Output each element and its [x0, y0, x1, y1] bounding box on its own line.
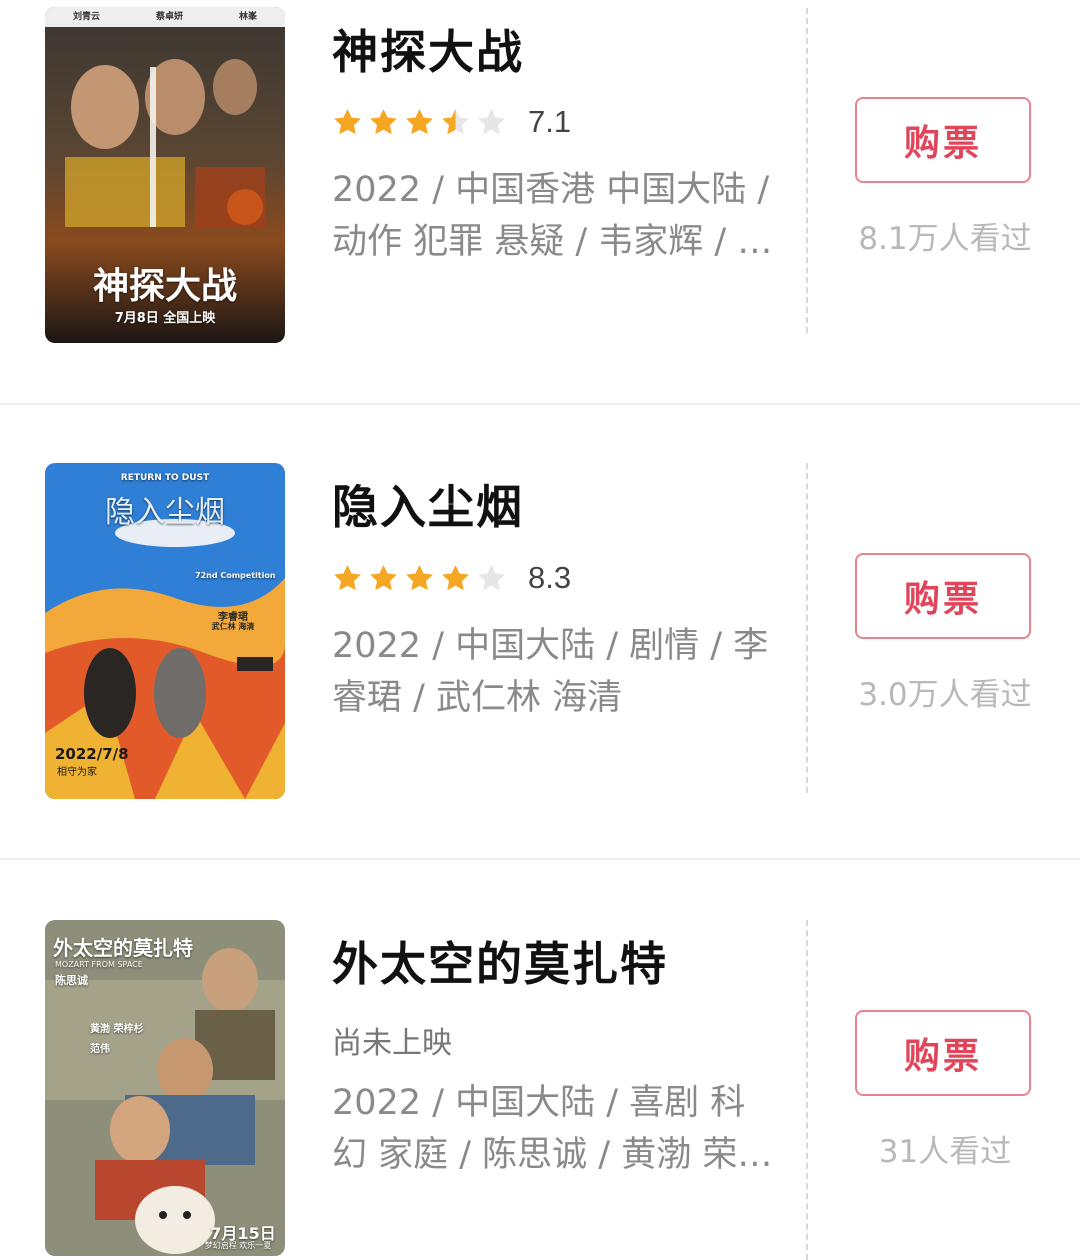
- buy-ticket-button[interactable]: 购票: [855, 553, 1031, 639]
- poster-release: 7月8日 全国上映: [114, 311, 216, 326]
- poster-cast: 黄渤 荣梓杉: [90, 1024, 144, 1035]
- poster-extra: 范伟: [90, 1044, 110, 1055]
- poster-name: 蔡卓妍: [155, 12, 183, 22]
- poster-top-text: RETURN TO DUST: [120, 473, 210, 483]
- star-rating: [332, 563, 507, 594]
- poster-cast: 武仁林 海清: [211, 622, 255, 631]
- buy-ticket-button[interactable]: 购票: [855, 1010, 1031, 1096]
- star-full-icon: [406, 564, 433, 590]
- movie-item[interactable]: 外太空的莫扎特 MOZART FROM SPACE 陈思诚 黄渤 荣梓杉 范伟 …: [0, 860, 1080, 1260]
- movie-poster[interactable]: 外太空的莫扎特 MOZART FROM SPACE 陈思诚 黄渤 荣梓杉 范伟 …: [45, 920, 285, 1256]
- star-full-icon: [334, 564, 361, 590]
- poster-release: 2022/7/8: [55, 745, 129, 763]
- star-rating: [332, 107, 507, 138]
- rating-score: 7.1: [528, 104, 572, 139]
- release-status: 尚未上映: [332, 1026, 452, 1061]
- star-half-icon: [442, 108, 469, 134]
- poster-festival: 72nd Competition: [195, 571, 276, 580]
- movie-title[interactable]: 神探大战: [332, 16, 524, 82]
- viewer-count: 3.0万人看过: [858, 677, 1032, 713]
- poster-title: 隐入尘烟: [105, 495, 225, 530]
- star-full-icon: [442, 564, 469, 590]
- poster-title: 外太空的莫扎特: [53, 936, 193, 960]
- poster-name: 林峯: [238, 12, 257, 22]
- movie-title[interactable]: 隐入尘烟: [332, 471, 524, 537]
- star-full-icon: [406, 108, 433, 134]
- movie-meta: 2022 / 中国香港 中国大陆 / 动作 犯罪 悬疑 / 韦家辉 / 刘青云 …: [332, 170, 773, 262]
- poster-director: 陈思诚: [55, 974, 88, 987]
- poster-name: 刘青云: [72, 12, 100, 22]
- movie-list: 刘青云 蔡卓妍 林峯 神探大战 7月8日 全国上映 神探大战 7.1 2022 …: [0, 0, 1080, 1260]
- viewer-count: 31人看过: [878, 1134, 1012, 1170]
- divider: [806, 920, 808, 1260]
- star-empty-icon: [478, 108, 505, 134]
- poster-image-mozart: [45, 920, 285, 1256]
- movie-title[interactable]: 外太空的莫扎特: [332, 928, 668, 994]
- divider: [806, 8, 808, 333]
- movie-poster[interactable]: RETURN TO DUST 隐入尘烟 72nd Competition 李睿珺…: [45, 463, 285, 799]
- rating-row: 7.1: [332, 102, 571, 142]
- poster-tagline: 梦幻启程 欢乐一夏: [204, 1241, 272, 1250]
- movie-meta: 2022 / 中国大陆 / 喜剧 科幻 家庭 / 陈思诚 / 黄渤 荣梓杉: [332, 1083, 773, 1175]
- buy-ticket-button[interactable]: 购票: [855, 97, 1031, 183]
- star-full-icon: [370, 108, 397, 134]
- movie-meta: 2022 / 中国大陆 / 剧情 / 李睿珺 / 武仁林 海清: [332, 626, 769, 718]
- rating-row: 8.3: [332, 558, 571, 598]
- rating-score: 8.3: [528, 560, 572, 595]
- poster-tagline: 相守为家: [57, 767, 97, 778]
- movie-poster[interactable]: 刘青云 蔡卓妍 林峯 神探大战 7月8日 全国上映: [45, 7, 285, 343]
- viewer-count: 8.1万人看过: [858, 221, 1032, 257]
- movie-item[interactable]: 刘青云 蔡卓妍 林峯 神探大战 7月8日 全国上映 神探大战 7.1 2022 …: [0, 0, 1080, 403]
- star-empty-icon: [478, 564, 505, 590]
- star-full-icon: [334, 108, 361, 134]
- star-full-icon: [370, 564, 397, 590]
- poster-title: 神探大战: [92, 265, 237, 307]
- movie-item[interactable]: RETURN TO DUST 隐入尘烟 72nd Competition 李睿珺…: [0, 405, 1080, 858]
- poster-cast-line: 刘青云 蔡卓妍 林峯: [45, 9, 285, 22]
- poster-subtitle: MOZART FROM SPACE: [55, 960, 143, 969]
- divider: [806, 463, 808, 793]
